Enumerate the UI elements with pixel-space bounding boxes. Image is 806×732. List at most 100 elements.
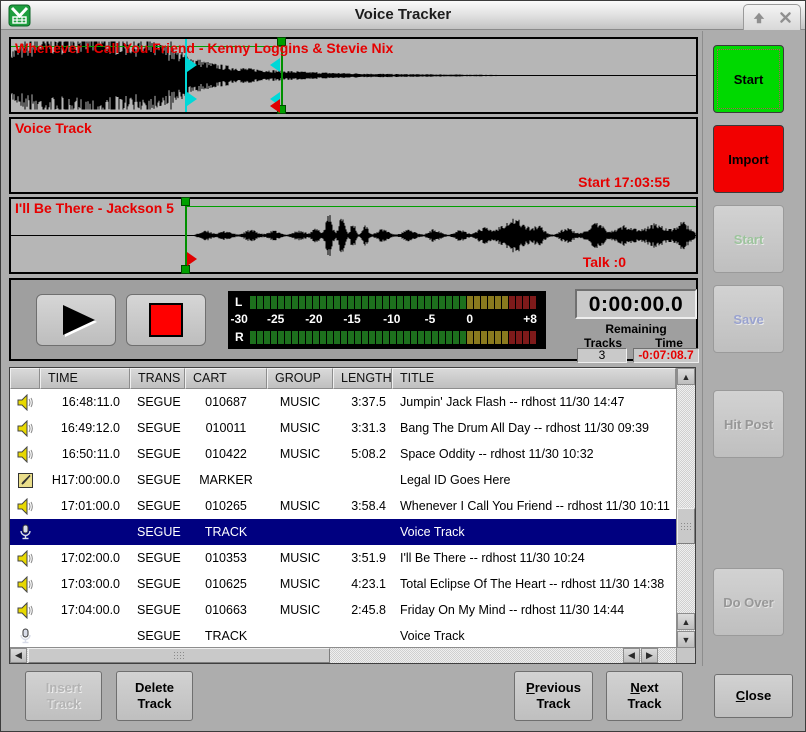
cell-time: 17:02:00.0 xyxy=(40,545,130,571)
meter-scale-label: -5 xyxy=(425,312,436,326)
scrollbar-corner xyxy=(676,647,695,663)
column-header-TRANS[interactable]: TRANS xyxy=(130,368,185,389)
vertical-scrollbar[interactable]: ▲ ▲ ▼ xyxy=(676,368,695,649)
log-row[interactable]: 17:02:00.0SEGUE010353MUSIC3:51.9I'll Be … xyxy=(10,545,676,571)
segue-end-handle-icon[interactable] xyxy=(270,58,280,72)
meter-segment xyxy=(397,296,403,309)
log-row[interactable]: 16:49:12.0SEGUE010011MUSIC3:31.3Bang The… xyxy=(10,415,676,441)
meter-segment xyxy=(404,296,410,309)
vertical-scroll-thumb[interactable] xyxy=(677,508,695,544)
cell-group xyxy=(267,467,333,493)
stop-button[interactable] xyxy=(126,294,206,346)
row-type-icon-cell xyxy=(10,493,40,519)
stop-icon xyxy=(149,303,183,337)
segue-start-handle-icon[interactable] xyxy=(187,92,197,106)
cell-time: 16:50:11.0 xyxy=(40,441,130,467)
voice-track-start-time: Start 17:03:55 xyxy=(578,174,670,190)
start-next-button[interactable]: Start xyxy=(713,205,784,273)
meter-segment xyxy=(369,331,375,344)
voice-track-waveform-panel[interactable]: Voice Track Start 17:03:55 xyxy=(9,117,698,194)
column-header-icon[interactable] xyxy=(10,368,40,389)
voice-track-title: Voice Track xyxy=(15,120,92,136)
meter-scale-label: -15 xyxy=(343,312,360,326)
column-header-CART[interactable]: CART xyxy=(185,368,267,389)
scroll-up2-icon[interactable]: ▲ xyxy=(677,613,695,630)
start-record-button[interactable]: Start xyxy=(713,45,784,113)
log-row[interactable]: SEGUETRACKVoice Track xyxy=(10,623,676,649)
scroll-left-icon[interactable]: ◀ xyxy=(10,648,27,663)
previous-track-button[interactable]: ​Previous Track xyxy=(514,671,593,721)
audio-cart-icon xyxy=(17,602,34,619)
horizontal-scroll-thumb[interactable] xyxy=(28,648,330,663)
column-header-LENGTH[interactable]: LENGTH xyxy=(333,368,392,389)
segue-start-handle-icon[interactable] xyxy=(187,58,197,72)
cell-trans: SEGUE xyxy=(130,389,185,415)
column-header-GROUP[interactable]: GROUP xyxy=(267,368,333,389)
window-title: Voice Tracker xyxy=(1,6,805,23)
window-controls xyxy=(743,4,801,30)
right-channel-label: R xyxy=(235,330,244,344)
log-row[interactable]: 16:50:11.0SEGUE010422MUSIC5:08.2Space Od… xyxy=(10,441,676,467)
column-header-TITLE[interactable]: TITLE xyxy=(392,368,676,389)
cell-title: Jumpin' Jack Flash -- rdhost 11/30 14:47 xyxy=(392,389,676,415)
audio-cart-icon xyxy=(17,498,34,515)
insert-track-button[interactable]: Insert Track xyxy=(25,671,102,721)
row-type-icon-cell xyxy=(10,597,40,623)
cell-group: MUSIC xyxy=(267,415,333,441)
log-row[interactable]: 16:48:11.0SEGUE010687MUSIC3:37.5Jumpin' … xyxy=(10,389,676,415)
log-row[interactable]: 17:04:00.0SEGUE010663MUSIC2:45.8Friday O… xyxy=(10,597,676,623)
shade-window-icon[interactable] xyxy=(748,8,770,28)
previous-track-waveform-panel[interactable]: Whenever I Call You Friend - Kenny Loggi… xyxy=(9,37,698,114)
log-row[interactable]: SEGUETRACKVoice Track xyxy=(10,519,676,545)
cell-length: 3:51.9 xyxy=(333,545,392,571)
import-button[interactable]: Import xyxy=(713,125,784,193)
audio-cart-icon xyxy=(17,420,34,437)
log-row[interactable]: 17:01:00.0SEGUE010265MUSIC3:58.4Whenever… xyxy=(10,493,676,519)
titlebar[interactable]: Voice Tracker xyxy=(1,1,805,30)
do-over-button[interactable]: Do Over xyxy=(713,568,784,636)
meter-segment xyxy=(495,296,501,309)
delete-track-button[interactable]: Delete Track xyxy=(116,671,193,721)
meter-segment xyxy=(355,331,361,344)
close-window-icon[interactable] xyxy=(774,8,796,28)
cell-time: 17:01:00.0 xyxy=(40,493,130,519)
talk-time-label: Talk :0 xyxy=(583,254,626,270)
meter-segment xyxy=(425,296,431,309)
meter-segment xyxy=(390,331,396,344)
cell-group xyxy=(267,519,333,545)
cell-trans: SEGUE xyxy=(130,545,185,571)
meter-segment xyxy=(369,296,375,309)
close-button[interactable]: ​Close xyxy=(714,674,793,718)
track-start-top-handle[interactable] xyxy=(181,197,190,206)
meter-segment xyxy=(509,331,515,344)
scroll-left2-icon[interactable]: ◀ xyxy=(623,648,640,663)
hit-post-button[interactable]: Hit Post xyxy=(713,390,784,458)
meter-segment xyxy=(264,331,270,344)
fade-handle-icon[interactable] xyxy=(270,99,280,113)
cell-group: MUSIC xyxy=(267,597,333,623)
scroll-down-icon[interactable]: ▼ xyxy=(677,631,695,648)
scroll-up-icon[interactable]: ▲ xyxy=(677,368,695,385)
meter-segment xyxy=(383,296,389,309)
cell-cart: TRACK xyxy=(185,519,267,545)
save-button[interactable]: Save xyxy=(713,285,784,353)
cell-length: 3:58.4 xyxy=(333,493,392,519)
next-track-button[interactable]: ​Next Track xyxy=(606,671,683,721)
cell-cart: TRACK xyxy=(185,623,267,649)
marker-note-icon xyxy=(17,472,34,489)
horizontal-scrollbar[interactable]: ◀ ◀ ▶ xyxy=(10,647,676,663)
next-track-waveform-panel[interactable]: I'll Be There - Jackson 5 Talk :0 xyxy=(9,197,698,274)
fade-handle-icon[interactable] xyxy=(187,252,197,266)
meter-segment xyxy=(474,331,480,344)
meter-segment xyxy=(397,331,403,344)
scroll-right-icon[interactable]: ▶ xyxy=(641,648,658,663)
meter-segment xyxy=(313,331,319,344)
cell-trans: SEGUE xyxy=(130,441,185,467)
meter-segment xyxy=(313,296,319,309)
play-button[interactable] xyxy=(36,294,116,346)
meter-segment xyxy=(299,296,305,309)
column-header-TIME[interactable]: TIME xyxy=(40,368,130,389)
log-row[interactable]: 17:03:00.0SEGUE010625MUSIC4:23.1Total Ec… xyxy=(10,571,676,597)
track-start-bottom-handle[interactable] xyxy=(181,265,190,274)
log-row[interactable]: H17:00:00.0SEGUEMARKERLegal ID Goes Here xyxy=(10,467,676,493)
